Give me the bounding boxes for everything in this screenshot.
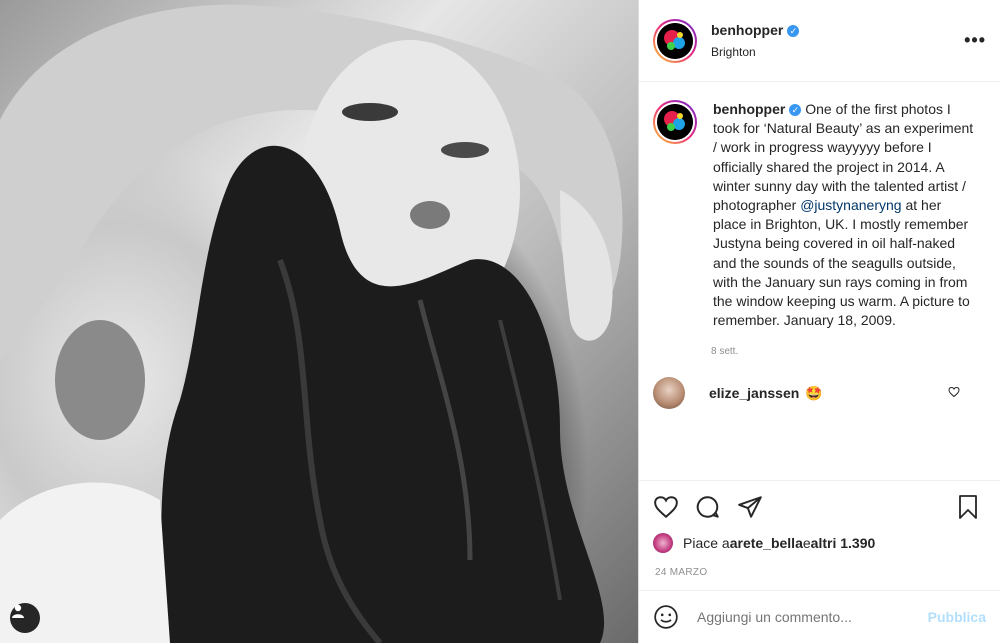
liker-username[interactable]: arete_bella — [730, 535, 803, 551]
likes-prefix: Piace a — [683, 535, 730, 551]
caption-area: benhopper ✓ One of the first photos I too… — [639, 82, 1000, 480]
post-date[interactable]: 24 MARZO — [655, 567, 986, 578]
heart-icon[interactable] — [653, 494, 679, 520]
photo-illustration — [0, 4, 623, 643]
likes-summary: Piace a arete_bella e altri 1.390 — [653, 533, 986, 553]
caption-avatar[interactable] — [653, 100, 697, 144]
ellipsis-icon[interactable]: ••• — [964, 30, 986, 51]
commenter-avatar[interactable] — [653, 377, 685, 410]
post-sidebar: benhopper ✓ Brighton ••• benhopper ✓ One o… — [638, 0, 1000, 643]
smiley-icon[interactable] — [653, 604, 679, 630]
publish-button[interactable]: Pubblica — [928, 609, 986, 625]
comment-text: 🤩 — [805, 384, 823, 401]
post-timeago[interactable]: 8 sett. — [711, 346, 986, 357]
verified-badge-icon: ✓ — [787, 24, 800, 37]
verified-badge-icon: ✓ — [789, 104, 802, 117]
location-link[interactable]: Brighton — [711, 45, 964, 59]
profile-logo — [657, 22, 693, 59]
comment-icon[interactable] — [695, 494, 721, 520]
post-caption: benhopper ✓ One of the first photos I too… — [713, 100, 975, 330]
bookmark-icon[interactable] — [956, 494, 980, 520]
post-actions: Piace a arete_bella e altri 1.390 24 MAR… — [639, 480, 1000, 578]
comment-heart-icon[interactable] — [948, 386, 960, 401]
comment-item: elize_janssen 🤩 — [653, 377, 986, 410]
avatar[interactable] — [653, 18, 697, 63]
user-icon[interactable] — [10, 603, 40, 633]
comment-input[interactable] — [695, 608, 928, 626]
caption-username[interactable]: benhopper — [713, 101, 785, 117]
commenter-username[interactable]: elize_janssen — [709, 385, 799, 401]
post-photo[interactable] — [0, 0, 638, 643]
mention-link[interactable]: @justynaneryng — [800, 197, 901, 213]
caption-text-part2: at her place in Brighton, UK. I mostly r… — [713, 197, 970, 329]
post-header: benhopper ✓ Brighton ••• — [639, 0, 1000, 82]
caption-logo — [657, 104, 693, 140]
liker-avatar[interactable] — [653, 533, 673, 553]
likes-count[interactable]: altri 1.390 — [811, 535, 876, 551]
share-icon[interactable] — [737, 494, 763, 520]
instagram-post: benhopper ✓ Brighton ••• benhopper ✓ One o… — [0, 0, 1000, 643]
username-link[interactable]: benhopper — [711, 22, 783, 38]
add-comment-bar: Pubblica — [639, 590, 1000, 643]
likes-middle: e — [802, 535, 811, 551]
